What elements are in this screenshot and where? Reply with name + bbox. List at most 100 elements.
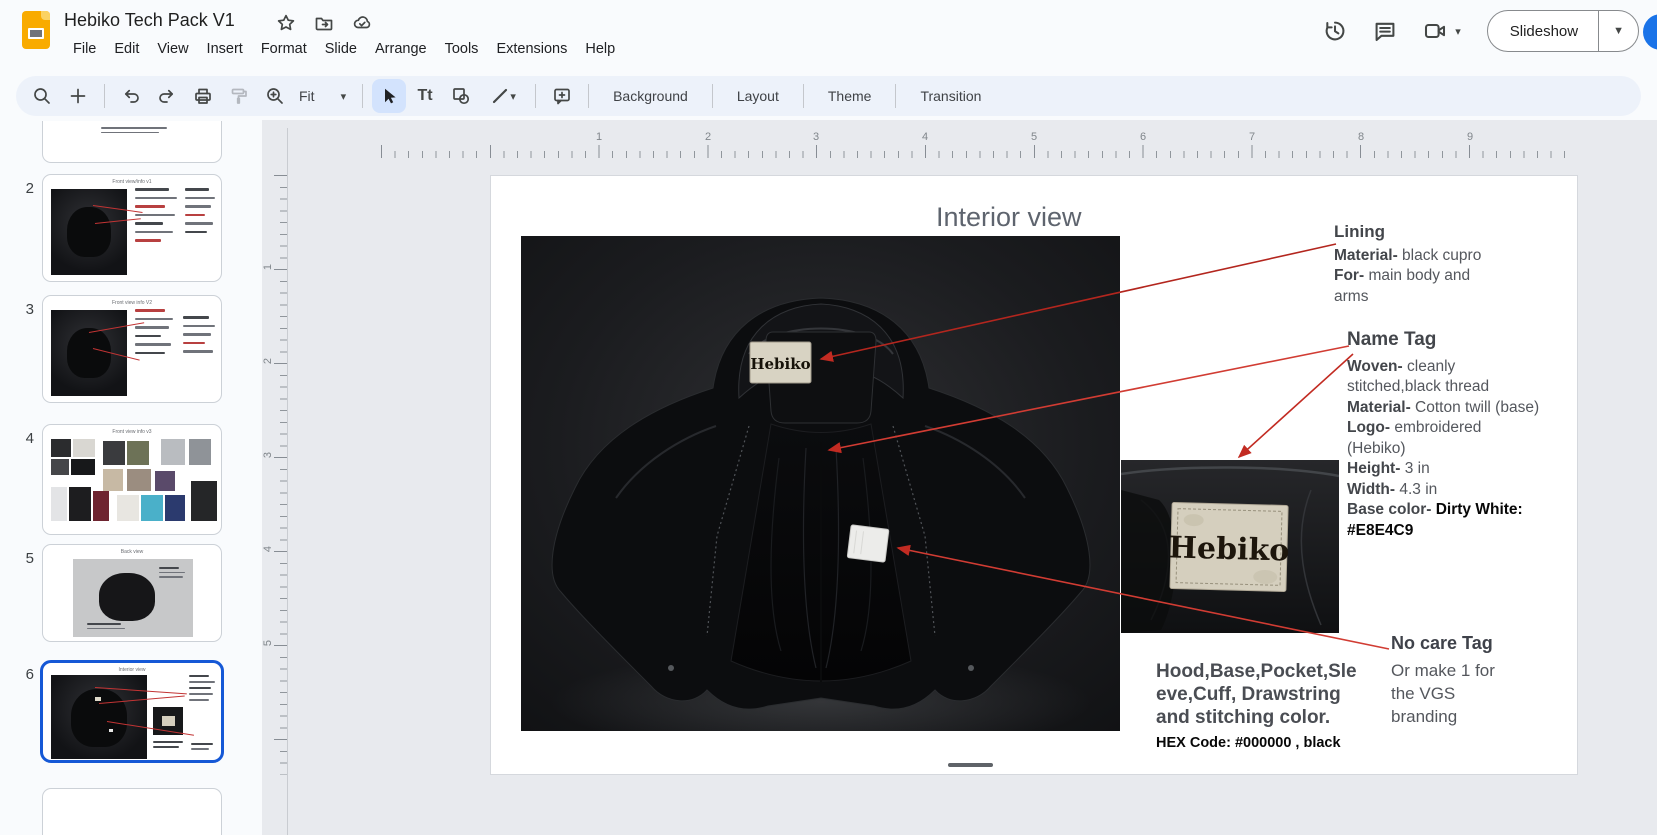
version-history-icon[interactable] — [1323, 19, 1347, 43]
slide-thumbnail-5[interactable]: Back view — [42, 544, 222, 642]
chevron-down-icon: ▾ — [341, 90, 347, 103]
slideshow-dropdown[interactable]: ▼ — [1599, 25, 1638, 37]
avatar[interactable] — [1643, 14, 1657, 50]
slideshow-button[interactable]: Slideshow — [1488, 23, 1598, 40]
shape-tool-button[interactable] — [444, 79, 478, 113]
insert-comment-button[interactable] — [545, 79, 579, 113]
h-ruler-number: 1 — [589, 131, 609, 143]
search-tool-button[interactable] — [25, 79, 59, 113]
meet-controls[interactable]: ▾ — [1423, 19, 1461, 43]
thumb-ref-tile — [189, 439, 211, 465]
thumb-text-line — [87, 623, 121, 625]
cursor-icon — [379, 86, 399, 106]
h-ruler-number: 8 — [1351, 131, 1371, 143]
menu-arrange[interactable]: Arrange — [366, 38, 436, 60]
thumb-closeup-tag — [162, 716, 175, 726]
slide-number: 4 — [10, 430, 34, 447]
name-tag-hex: #E8E4C9 — [1347, 521, 1539, 542]
layout-button[interactable]: Layout — [721, 88, 795, 104]
redo-icon — [157, 86, 177, 106]
slide-page[interactable]: Interior view He — [490, 175, 1578, 775]
slide-thumbnail-7-partial[interactable] — [42, 788, 222, 835]
plus-icon — [68, 86, 88, 106]
cloud-status-icon[interactable] — [352, 13, 372, 33]
text-box-tool-button[interactable]: Tt — [408, 79, 442, 113]
thumb-text-line — [135, 352, 165, 355]
chevron-down-icon: ▾ — [510, 90, 516, 103]
thumb-photo — [51, 189, 127, 275]
select-tool-button[interactable] — [372, 79, 406, 113]
move-folder-icon[interactable] — [314, 13, 334, 33]
name-tag-line: Height- 3 in — [1347, 459, 1539, 480]
slide-thumbnail-3[interactable]: Front view info V2 — [42, 295, 222, 403]
canvas-scroll-stub[interactable] — [948, 763, 993, 767]
no-care-tag-annotation[interactable]: No care Tag Or make 1 for the VGS brandi… — [1391, 632, 1495, 728]
collar-tag-text: Hebiko — [750, 355, 810, 373]
thumb-text-line — [153, 746, 179, 748]
zoom-in-icon — [265, 86, 285, 106]
color-note-annotation[interactable]: Hood,Base,Pocket,Sle eve,Cuff, Drawstrin… — [1156, 660, 1357, 755]
menu-slide[interactable]: Slide — [316, 38, 366, 60]
lining-line: Material- black cupro — [1334, 246, 1481, 267]
undo-icon — [121, 86, 141, 106]
thumb-ref-tile — [117, 495, 139, 521]
no-care-line: Or make 1 for — [1391, 659, 1495, 682]
undo-button[interactable] — [114, 79, 148, 113]
thumb-decor — [189, 675, 217, 701]
thumb-text-line — [185, 231, 207, 234]
menu-edit[interactable]: Edit — [105, 38, 148, 60]
toolbar-divider — [895, 84, 896, 108]
menu-extensions[interactable]: Extensions — [487, 38, 576, 60]
menu-insert[interactable]: Insert — [198, 38, 252, 60]
transition-button[interactable]: Transition — [904, 88, 997, 104]
thumb-text-line — [135, 197, 177, 200]
slide-thumbnail-4[interactable]: Front view info v3 — [42, 424, 222, 535]
menu-help[interactable]: Help — [576, 38, 624, 60]
thumb-text-line — [159, 576, 183, 578]
thumbnail-title: Front view info v3 — [43, 429, 221, 435]
camera-icon — [1423, 19, 1447, 43]
thumb-ref-tile — [127, 441, 149, 465]
slide-number: 6 — [10, 666, 34, 683]
slide-title[interactable]: Interior view — [936, 202, 1082, 233]
slide-thumbnail-6-selected[interactable]: Interior view — [40, 660, 224, 763]
jacket-interior-photo[interactable]: Hebiko — [521, 236, 1120, 731]
comments-icon[interactable] — [1373, 19, 1397, 43]
h-ruler-number: 5 — [1024, 131, 1044, 143]
print-button[interactable] — [186, 79, 220, 113]
background-button[interactable]: Background — [597, 88, 704, 104]
color-note-line: eve,Cuff, Drawstring — [1156, 683, 1357, 706]
thumb-ref-tile — [73, 439, 95, 457]
thumb-text-line — [185, 205, 211, 208]
menu-file[interactable]: File — [64, 38, 105, 60]
name-tag-annotation[interactable]: Name Tag Woven- cleanly stitched,black t… — [1347, 330, 1539, 541]
paint-format-button[interactable] — [222, 79, 256, 113]
zoom-select[interactable]: Fit ▾ — [293, 88, 354, 104]
redo-button[interactable] — [150, 79, 184, 113]
name-tag-closeup-photo[interactable]: Hebiko — [1121, 460, 1339, 633]
slide-thumbnail-2[interactable]: Front view/info v1 — [42, 174, 222, 282]
thumb-text-line — [191, 748, 209, 750]
thumb-text-line — [101, 132, 159, 134]
lining-annotation[interactable]: Lining Material- black cupro For- main b… — [1334, 222, 1481, 307]
thumb-ref-tile — [141, 495, 163, 521]
document-title[interactable]: Hebiko Tech Pack V1 — [64, 10, 235, 31]
toolbar-divider — [362, 84, 363, 108]
thumb-text-line — [135, 205, 165, 208]
new-slide-button[interactable] — [61, 79, 95, 113]
thumb-text-line — [189, 681, 215, 683]
slides-logo-icon[interactable] — [22, 11, 50, 49]
logo-bar — [28, 28, 44, 39]
menu-view[interactable]: View — [148, 38, 197, 60]
star-icon[interactable] — [276, 13, 296, 33]
zoom-in-button[interactable] — [258, 79, 292, 113]
theme-button[interactable]: Theme — [812, 88, 888, 104]
thumb-text-line — [135, 231, 173, 234]
line-tool-button[interactable]: ▾ — [480, 79, 526, 113]
slide-thumbnail-1-partial[interactable] — [42, 121, 222, 163]
thumb-ref-tile — [69, 487, 91, 521]
menu-format[interactable]: Format — [252, 38, 316, 60]
v-ruler-number: 5 — [262, 633, 274, 653]
menu-tools[interactable]: Tools — [436, 38, 488, 60]
thumb-text-line — [101, 127, 167, 129]
